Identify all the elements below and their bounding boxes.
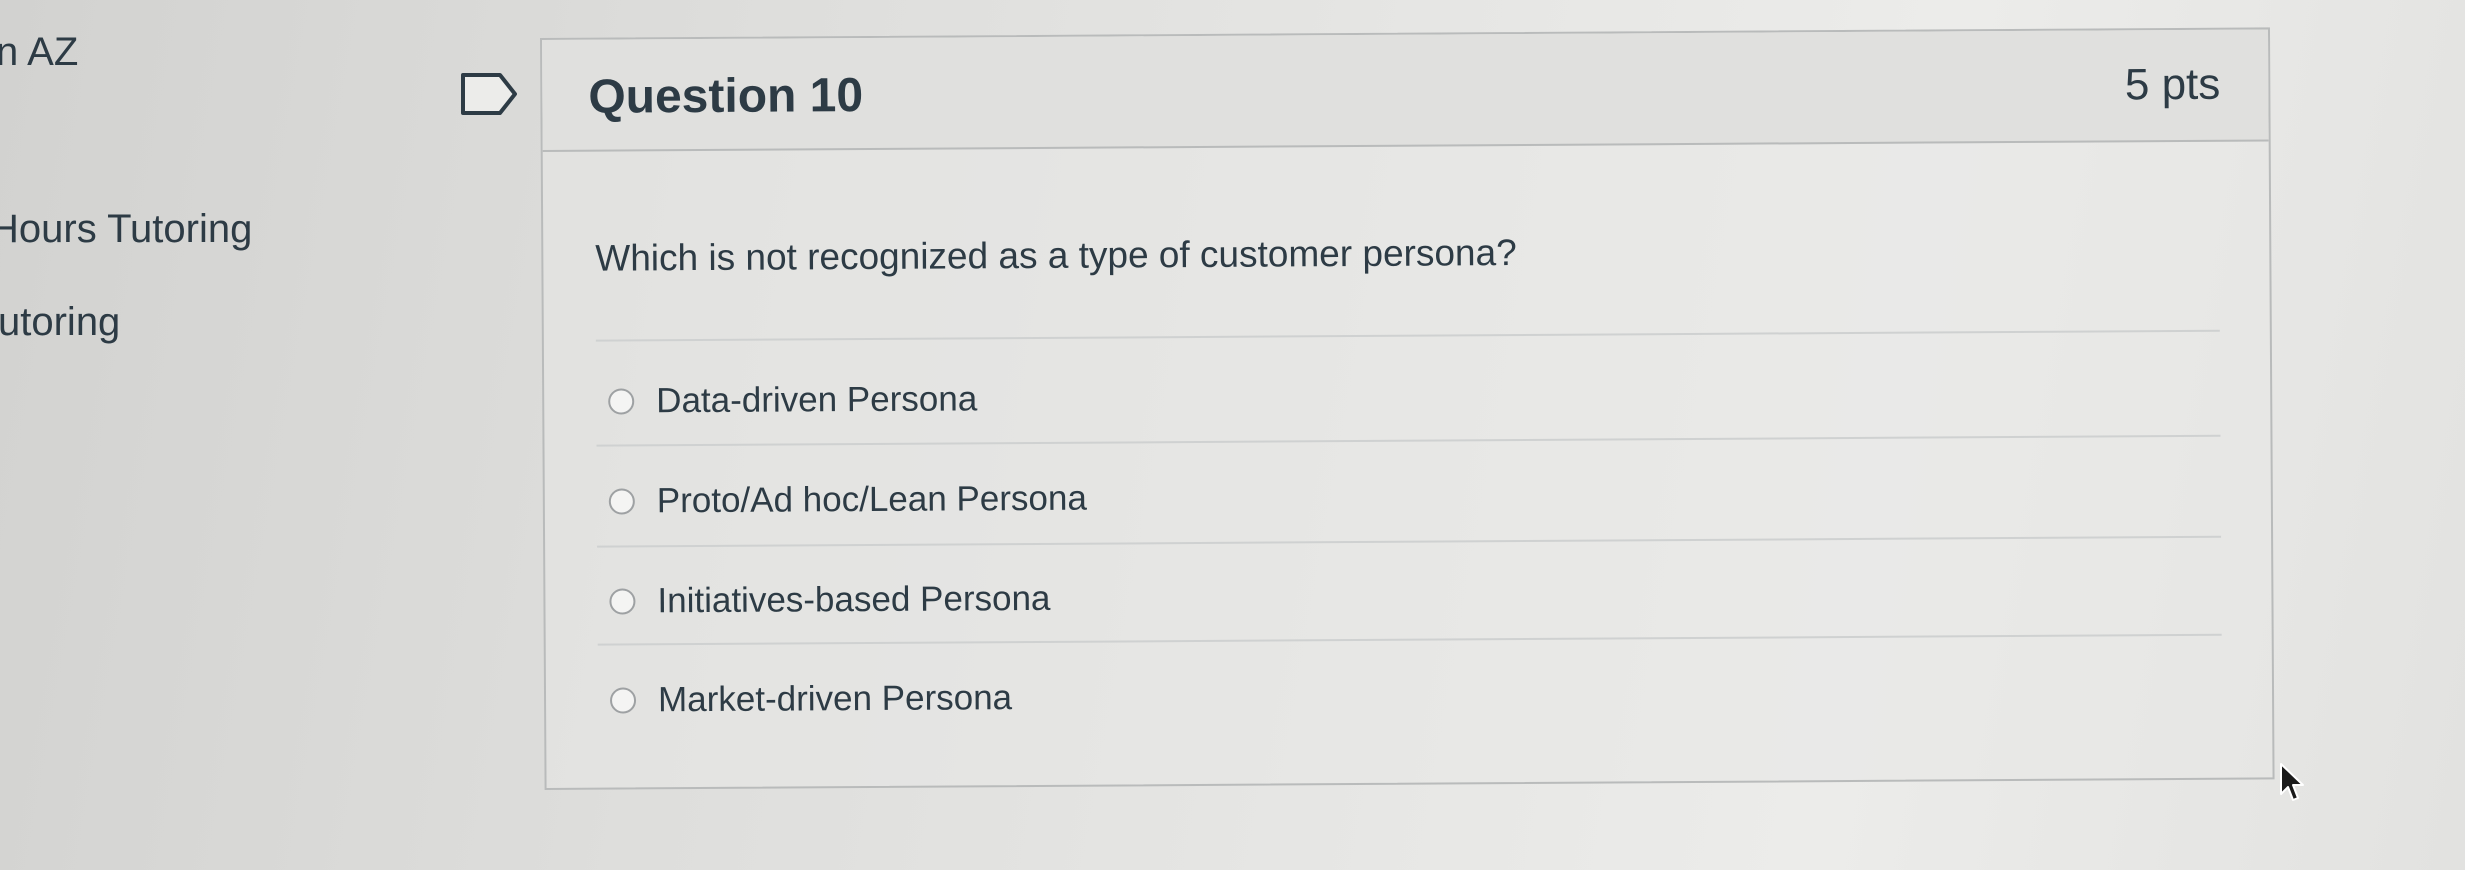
answer-label: Initiatives-based Persona xyxy=(657,578,1051,621)
bookmark-flag-icon[interactable] xyxy=(460,72,518,116)
radio-button[interactable] xyxy=(608,488,635,515)
question-header: Question 10 5 pts xyxy=(542,29,2269,152)
divider xyxy=(595,329,2220,342)
sidebar-item-course[interactable]: n AZ xyxy=(0,30,78,75)
sidebar-item-tutoring[interactable]: utoring xyxy=(0,300,120,345)
answer-label: Data-driven Persona xyxy=(656,379,978,421)
divider xyxy=(597,535,2222,548)
radio-button[interactable] xyxy=(609,687,637,714)
question-card: Question 10 5 pts Which is not recognize… xyxy=(540,27,2275,790)
question-title: Question 10 xyxy=(588,69,864,124)
mouse-pointer-icon xyxy=(2280,763,2304,801)
answer-option-market-driven[interactable]: Market-driven Persona xyxy=(609,673,1013,725)
divider xyxy=(597,633,2222,646)
question-points: 5 pts xyxy=(2124,59,2221,110)
question-text: Which is not recognized as a type of cus… xyxy=(595,232,1517,279)
answer-option-data-driven[interactable]: Data-driven Persona xyxy=(608,374,977,426)
answer-option-proto-adhoc-lean[interactable]: Proto/Ad hoc/Lean Persona xyxy=(608,474,1087,527)
answer-label: Proto/Ad hoc/Lean Persona xyxy=(656,478,1087,521)
answer-label: Market-driven Persona xyxy=(657,678,1013,720)
sidebar-item-hours-tutoring[interactable]: Hours Tutoring xyxy=(0,207,252,252)
divider xyxy=(596,434,2221,447)
radio-button[interactable] xyxy=(608,388,635,415)
radio-button[interactable] xyxy=(609,588,636,615)
answer-option-initiatives-based[interactable]: Initiatives-based Persona xyxy=(609,574,1051,627)
